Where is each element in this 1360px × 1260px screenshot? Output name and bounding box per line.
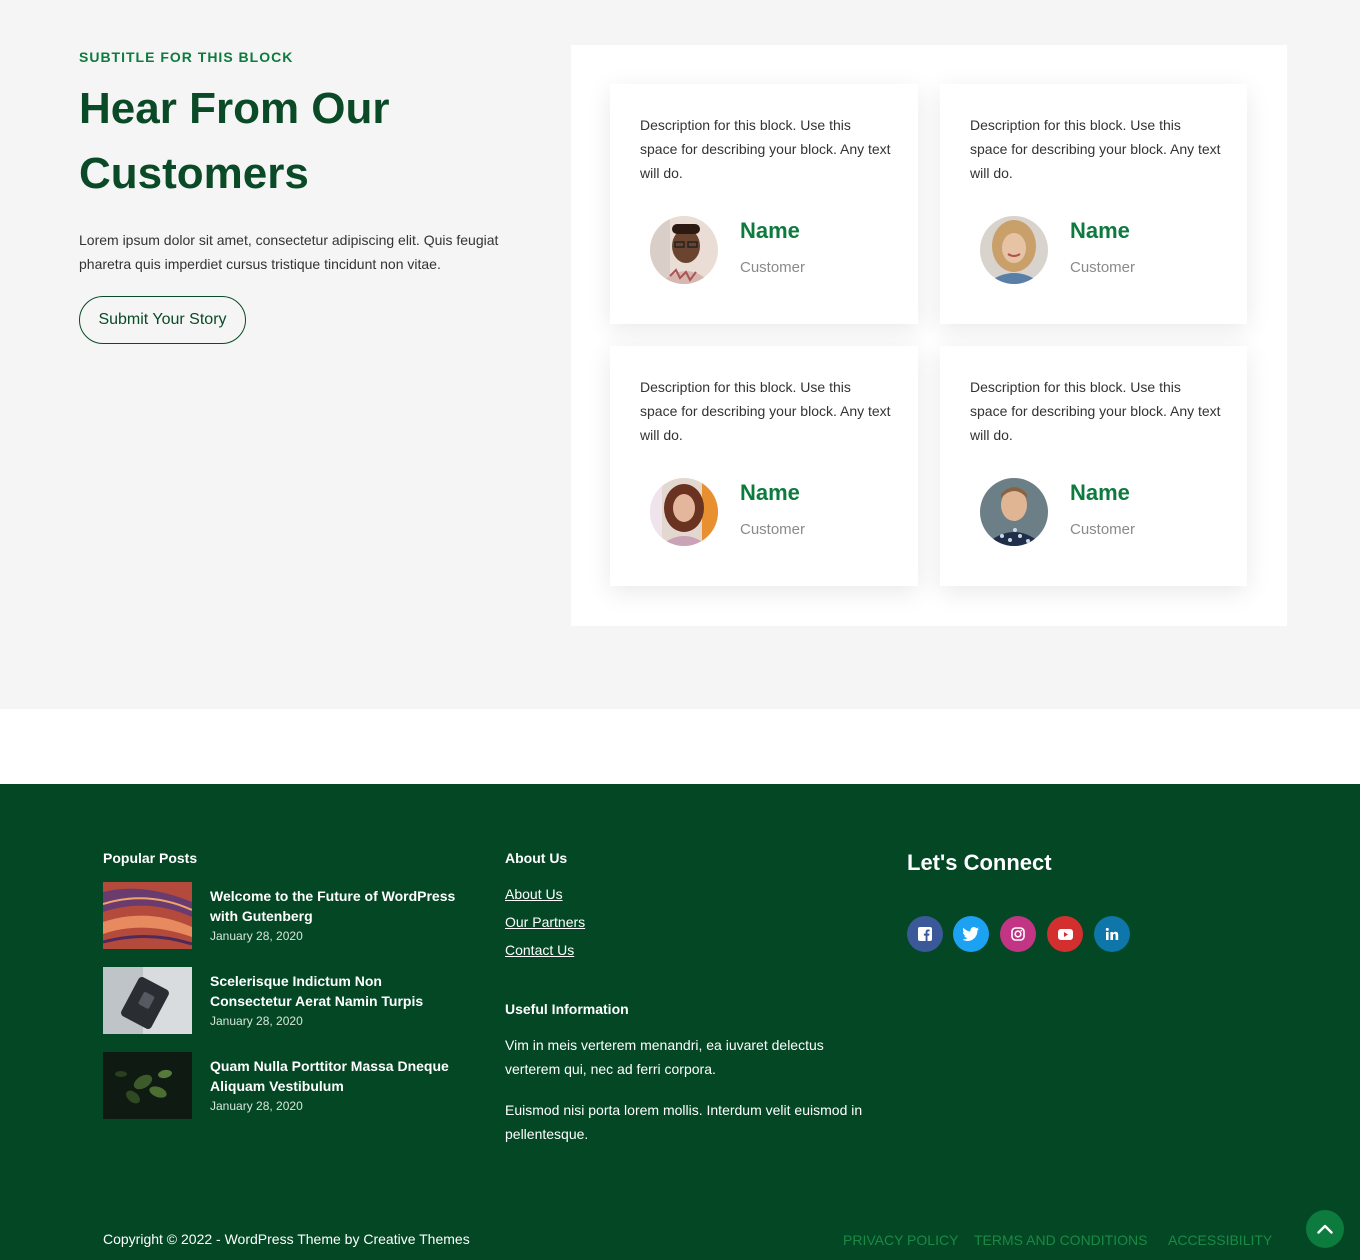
- post-title-link[interactable]: Scelerisque Indictum Non Consectetur Aer…: [210, 971, 460, 1011]
- contact-us-link[interactable]: Contact Us: [505, 942, 574, 958]
- lets-connect-title: Let's Connect: [907, 850, 1052, 875]
- twitter-icon[interactable]: [953, 916, 989, 952]
- testimonial-description: Description for this block. Use this spa…: [640, 117, 891, 181]
- popular-post-item[interactable]: Scelerisque Indictum Non Consectetur Aer…: [103, 967, 463, 1035]
- testimonial-name: Name: [1070, 218, 1130, 243]
- section-subtitle: SUBTITLE FOR THIS BLOCK: [79, 49, 294, 65]
- testimonial-card: Description for this block. Use this spa…: [610, 346, 918, 586]
- testimonial-name: Name: [740, 218, 800, 243]
- facebook-icon[interactable]: [907, 916, 943, 952]
- popular-posts-title: Popular Posts: [103, 850, 198, 866]
- section-intro: Lorem ipsum dolor sit amet, consectetur …: [79, 232, 499, 272]
- testimonial-card: Description for this block. Use this spa…: [940, 84, 1247, 324]
- avatar: [650, 216, 718, 284]
- testimonial-grid: Description for this block. Use this spa…: [571, 45, 1287, 626]
- privacy-policy-link[interactable]: PRIVACY POLICY: [843, 1232, 958, 1248]
- our-partners-link[interactable]: Our Partners: [505, 914, 585, 930]
- post-thumbnail[interactable]: [103, 1052, 192, 1119]
- linkedin-icon[interactable]: [1094, 916, 1130, 952]
- terms-and-conditions-link[interactable]: TERMS AND CONDITIONS: [974, 1232, 1147, 1248]
- post-date: January 28, 2020: [210, 1014, 303, 1028]
- popular-post-item[interactable]: Welcome to the Future of WordPress with …: [103, 882, 463, 950]
- useful-info-paragraph: Euismod nisi porta lorem mollis. Interdu…: [505, 1102, 863, 1142]
- testimonial-role: Customer: [740, 521, 806, 538]
- testimonial-name: Name: [1070, 480, 1130, 505]
- testimonial-name: Name: [740, 480, 800, 505]
- about-us-title: About Us: [505, 850, 568, 866]
- useful-info-paragraph: Vim in meis verterem menandri, ea iuvare…: [505, 1037, 824, 1077]
- useful-information-title: Useful Information: [505, 1001, 629, 1017]
- scroll-to-top-button[interactable]: [1306, 1210, 1344, 1248]
- about-us-link[interactable]: About Us: [505, 886, 563, 902]
- testimonial-card: Description for this block. Use this spa…: [610, 84, 918, 324]
- testimonials-section: SUBTITLE FOR THIS BLOCK Hear From Our Cu…: [0, 0, 1360, 709]
- youtube-icon[interactable]: [1047, 916, 1083, 952]
- instagram-icon[interactable]: [1000, 916, 1036, 952]
- section-heading: Hear From Our Customers: [79, 84, 390, 198]
- testimonial-role: Customer: [1070, 521, 1136, 538]
- post-thumbnail[interactable]: [103, 967, 192, 1034]
- popular-post-item[interactable]: Quam Nulla Porttitor Massa Dneque Aliqua…: [103, 1052, 463, 1120]
- avatar: [980, 216, 1048, 284]
- testimonial-description: Description for this block. Use this spa…: [640, 379, 891, 443]
- avatar: [980, 478, 1048, 546]
- post-title-link[interactable]: Quam Nulla Porttitor Massa Dneque Aliqua…: [210, 1056, 460, 1096]
- post-date: January 28, 2020: [210, 1099, 303, 1113]
- chevron-up-icon: [1317, 1224, 1333, 1234]
- avatar: [650, 478, 718, 546]
- testimonial-role: Customer: [740, 259, 806, 276]
- accessibility-link[interactable]: ACCESSIBILITY: [1168, 1232, 1272, 1248]
- testimonial-role: Customer: [1070, 259, 1136, 276]
- testimonial-description: Description for this block. Use this spa…: [970, 379, 1221, 443]
- testimonial-description: Description for this block. Use this spa…: [970, 117, 1221, 181]
- post-title-link[interactable]: Welcome to the Future of WordPress with …: [210, 886, 460, 926]
- copyright-text: Copyright © 2022 - WordPress Theme by Cr…: [103, 1231, 470, 1247]
- testimonial-card: Description for this block. Use this spa…: [940, 346, 1247, 586]
- submit-story-button[interactable]: Submit Your Story: [79, 296, 246, 344]
- site-footer: Popular Posts Welcome to the Future of W…: [0, 784, 1360, 1260]
- post-thumbnail[interactable]: [103, 882, 192, 949]
- post-date: January 28, 2020: [210, 929, 303, 943]
